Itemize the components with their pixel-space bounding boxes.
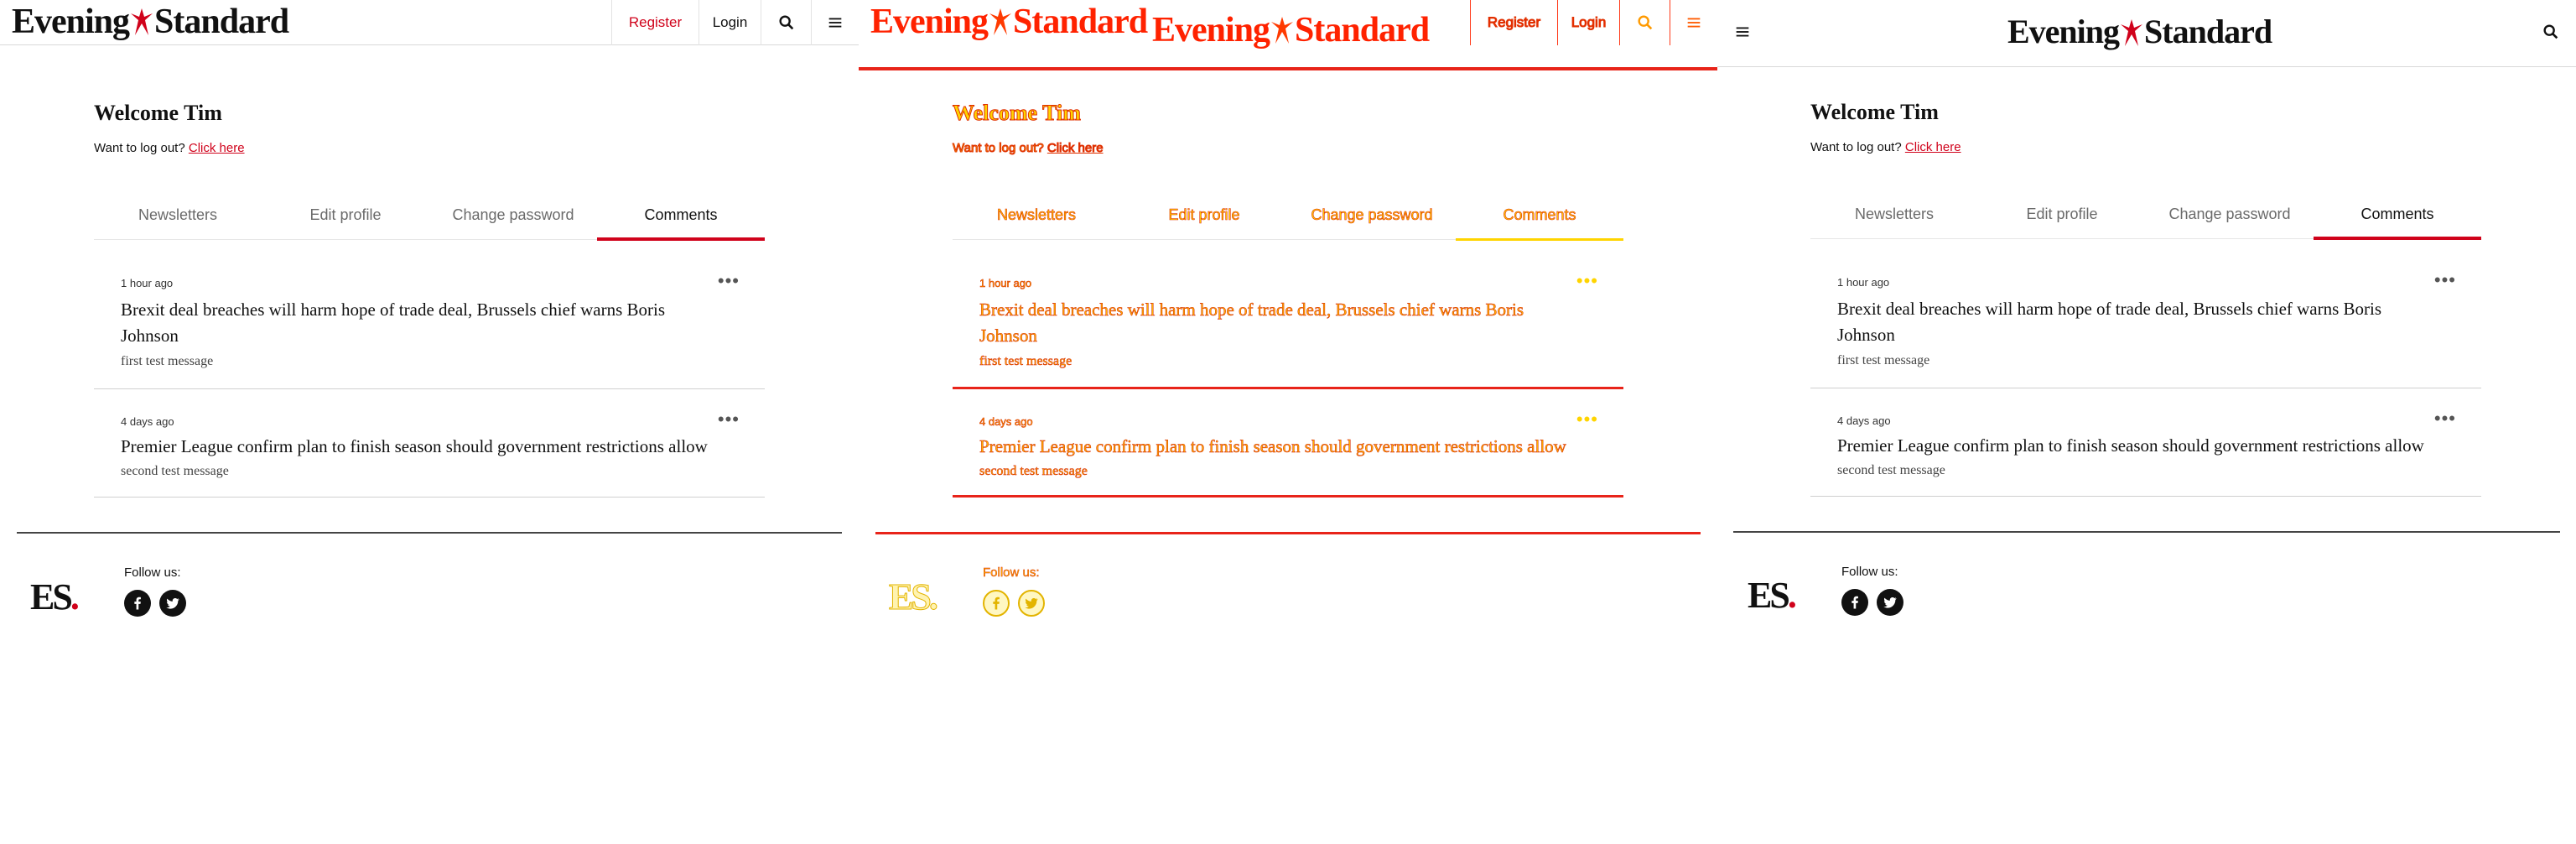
welcome-heading: Welcome Tim xyxy=(94,101,222,125)
comment-message: second test message xyxy=(979,464,1088,479)
tab-comments[interactable]: Comments xyxy=(2314,197,2481,240)
site-header: Evening Standard Evening Standard Register… xyxy=(859,0,1717,70)
comment-article-title[interactable]: Brexit deal breaches will harm hope of t… xyxy=(121,297,724,349)
comment-item: 4 days ago ••• Premier League confirm pl… xyxy=(1810,408,2481,497)
comment-time: 1 hour ago xyxy=(121,277,174,289)
menu-icon xyxy=(1685,13,1703,32)
tab-change-password[interactable]: Change password xyxy=(2146,197,2314,238)
welcome-heading: Welcome Tim xyxy=(953,101,1082,126)
search-icon xyxy=(777,13,796,32)
login-button[interactable]: Login xyxy=(1557,0,1619,45)
comment-article-title[interactable]: Premier League confirm plan to finish se… xyxy=(121,434,724,460)
comment-message: first test message xyxy=(121,354,214,368)
register-button[interactable]: Register xyxy=(611,0,699,45)
facebook-icon[interactable] xyxy=(1841,589,1868,616)
tab-edit-profile[interactable]: Edit profile xyxy=(1120,198,1288,239)
logout-link[interactable]: Click here xyxy=(1905,140,1961,154)
tab-change-password[interactable]: Change password xyxy=(429,198,597,239)
site-logo[interactable]: Evening Standard xyxy=(870,2,1148,42)
footer-logo: ES. xyxy=(889,576,939,618)
comment-item: 1 hour ago ••• Brexit deal breaches will… xyxy=(953,270,1623,389)
site-logo[interactable]: Evening Standard xyxy=(2007,12,2272,52)
twitter-icon[interactable] xyxy=(1877,589,1903,616)
page-view-diff: Evening Standard Evening Standard Register… xyxy=(859,0,1717,844)
account-tabs: Newsletters Edit profile Change password… xyxy=(94,198,765,241)
search-button[interactable] xyxy=(1619,0,1670,45)
more-options-icon[interactable]: ••• xyxy=(718,410,740,429)
menu-icon xyxy=(826,13,844,32)
tab-edit-profile[interactable]: Edit profile xyxy=(1978,197,2146,238)
follow-label: Follow us: xyxy=(1841,565,1898,579)
comment-article-title[interactable]: Premier League confirm plan to finish se… xyxy=(1837,433,2441,459)
tab-newsletters[interactable]: Newsletters xyxy=(953,198,1120,239)
menu-button[interactable] xyxy=(1717,0,1768,64)
twitter-icon[interactable] xyxy=(159,590,186,617)
search-button[interactable] xyxy=(2526,0,2576,64)
logout-text: Want to log out? Click here xyxy=(1810,140,1961,154)
footer-divider xyxy=(17,532,842,534)
footer-divider xyxy=(1733,531,2560,533)
site-logo-overlay: Evening Standard xyxy=(1152,11,1430,49)
follow-label: Follow us: xyxy=(124,565,181,580)
logout-text: Want to log out? Click here xyxy=(94,141,245,155)
comment-message: first test message xyxy=(1837,353,1930,367)
angel-icon xyxy=(2120,18,2143,48)
welcome-heading: Welcome Tim xyxy=(1810,100,1939,124)
logout-link[interactable]: Click here xyxy=(189,141,245,155)
comment-item: 4 days ago ••• Premier League confirm pl… xyxy=(94,409,765,498)
facebook-icon[interactable] xyxy=(983,590,1010,617)
more-options-icon[interactable]: ••• xyxy=(1576,410,1598,429)
page-view-right: Evening Standard Welcome Tim Want to log … xyxy=(1717,0,2576,844)
footer-divider xyxy=(875,532,1701,534)
logout-text: Want to log out? Click here xyxy=(953,141,1104,156)
comment-item: 1 hour ago ••• Brexit deal breaches will… xyxy=(1810,269,2481,388)
footer-logo: ES. xyxy=(1748,575,1797,616)
footer-logo: ES. xyxy=(30,576,80,617)
tab-comments[interactable]: Comments xyxy=(1456,198,1623,241)
comment-article-title[interactable]: Premier League confirm plan to finish se… xyxy=(979,434,1583,460)
menu-icon xyxy=(1733,23,1752,41)
account-tabs: Newsletters Edit profile Change password… xyxy=(953,198,1623,241)
angel-icon xyxy=(130,7,153,37)
more-options-icon[interactable]: ••• xyxy=(718,272,740,290)
comment-time: 4 days ago xyxy=(979,415,1033,429)
site-header: Evening Standard xyxy=(1717,0,2576,67)
tab-newsletters[interactable]: Newsletters xyxy=(1810,197,1978,238)
comment-article-title[interactable]: Brexit deal breaches will harm hope of t… xyxy=(1837,296,2441,348)
tab-newsletters[interactable]: Newsletters xyxy=(94,198,262,239)
search-icon xyxy=(2542,23,2560,41)
page-view-left: Evening Standard Register Login Welcome T… xyxy=(0,0,859,844)
comment-item: 1 hour ago ••• Brexit deal breaches will… xyxy=(94,270,765,389)
site-logo[interactable]: Evening Standard xyxy=(12,2,289,42)
follow-label: Follow us: xyxy=(983,565,1040,580)
menu-button[interactable] xyxy=(1670,0,1717,45)
tab-edit-profile[interactable]: Edit profile xyxy=(262,198,429,239)
login-button[interactable]: Login xyxy=(699,0,761,45)
site-header: Evening Standard Register Login xyxy=(0,0,859,45)
comment-time: 1 hour ago xyxy=(1837,276,1890,289)
logout-link[interactable]: Click here xyxy=(1046,141,1104,156)
comment-message: second test message xyxy=(121,464,229,478)
search-icon xyxy=(1636,13,1654,32)
comment-time: 4 days ago xyxy=(121,415,174,428)
twitter-icon[interactable] xyxy=(1018,590,1045,617)
tab-comments[interactable]: Comments xyxy=(597,198,765,241)
comment-message: first test message xyxy=(979,354,1072,369)
comment-time: 1 hour ago xyxy=(979,277,1032,290)
more-options-icon[interactable]: ••• xyxy=(2434,409,2456,428)
comment-article-title[interactable]: Brexit deal breaches will harm hope of t… xyxy=(979,297,1583,349)
register-button[interactable]: Register xyxy=(1470,0,1557,45)
comment-time: 4 days ago xyxy=(1837,414,1891,427)
search-button[interactable] xyxy=(761,0,811,45)
tab-change-password[interactable]: Change password xyxy=(1288,198,1456,239)
menu-button[interactable] xyxy=(811,0,859,45)
angel-icon xyxy=(1270,15,1294,45)
more-options-icon[interactable]: ••• xyxy=(2434,271,2456,289)
comment-message: second test message xyxy=(1837,463,1945,477)
angel-icon xyxy=(989,7,1012,37)
facebook-icon[interactable] xyxy=(124,590,151,617)
comment-item: 4 days ago ••• Premier League confirm pl… xyxy=(953,409,1623,498)
account-tabs: Newsletters Edit profile Change password… xyxy=(1810,197,2481,240)
more-options-icon[interactable]: ••• xyxy=(1576,272,1598,290)
